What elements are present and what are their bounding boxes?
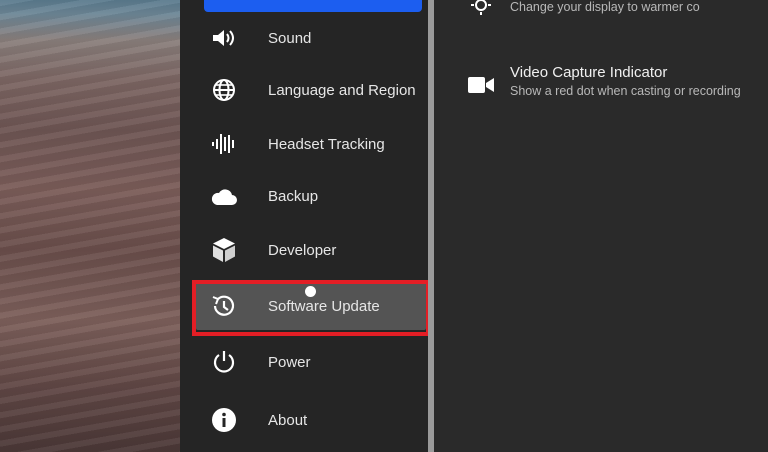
sidebar-item-power[interactable]: Power xyxy=(196,338,426,386)
info-icon xyxy=(210,406,238,434)
speaker-icon xyxy=(210,24,238,52)
globe-icon xyxy=(210,76,238,104)
cloud-icon xyxy=(210,182,238,210)
sidebar-item-about[interactable]: About xyxy=(196,396,426,444)
sidebar-item-label: Power xyxy=(268,353,311,371)
setting-title: Video Capture Indicator xyxy=(510,64,668,81)
active-nav-item-edge[interactable] xyxy=(204,0,422,12)
setting-night-display[interactable]: Change your display to warmer co xyxy=(466,0,766,20)
sidebar-item-label: Backup xyxy=(268,187,319,205)
sidebar-item-sound[interactable]: Sound xyxy=(196,14,426,62)
sidebar-item-label: About xyxy=(268,411,308,429)
vr-environment-backdrop xyxy=(0,0,200,452)
power-icon xyxy=(210,348,238,376)
setting-subtitle: Change your display to warmer co xyxy=(510,0,700,14)
sidebar-item-developer[interactable]: Developer xyxy=(196,226,426,274)
setting-video-capture-indicator[interactable]: Video Capture Indicator Show a red dot w… xyxy=(466,62,766,106)
cube-icon xyxy=(210,236,238,264)
video-camera-icon xyxy=(466,70,496,100)
setting-subtitle: Show a red dot when casting or recording xyxy=(510,84,741,98)
sidebar-item-label: Language and Region xyxy=(268,81,416,99)
brightness-icon xyxy=(466,0,496,20)
sidebar-item-backup[interactable]: Backup xyxy=(196,172,426,220)
sidebar-item-label: Sound xyxy=(268,29,312,47)
sidebar-item-label: Headset Tracking xyxy=(268,135,385,153)
sidebar-item-label: Developer xyxy=(268,241,337,259)
sidebar-item-headset-tracking[interactable]: Headset Tracking xyxy=(196,120,426,168)
pointer-cursor xyxy=(305,286,316,297)
sidebar-item-language-region[interactable]: Language and Region xyxy=(196,66,426,114)
waveform-icon xyxy=(210,130,238,158)
